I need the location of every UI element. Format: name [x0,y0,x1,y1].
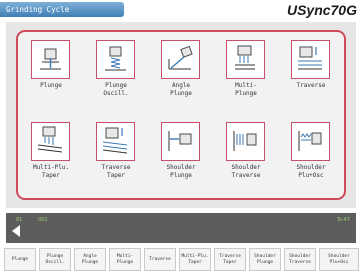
multi-plu-taper-icon [31,122,70,161]
shoulder-plunge-icon [161,122,200,161]
cycle-plunge[interactable]: Plunge [18,34,84,117]
cycle-label: Shoulder Traverse [231,164,261,179]
status-mid: 001 [38,217,48,223]
angle-plunge-icon [161,40,200,79]
cycle-multi-plu-taper[interactable]: Multi-Plu. Taper [18,116,84,199]
cycle-shoulder-traverse[interactable]: Shoulder Traverse [213,116,279,199]
cycle-shoulder-plu-osc[interactable]: Shoulder Plu+Osc [278,116,344,199]
traverse-taper-icon [96,122,135,161]
cycle-label: Multi- Plunge [235,82,257,97]
cycle-label: Shoulder Plunge [166,164,196,179]
cycle-label: Angle Plunge [170,82,192,97]
softkey-traverse[interactable]: Traverse [144,248,176,271]
softkey-shoulder-plu-osc[interactable]: Shoulder Plu+Osc [319,248,359,271]
status-right: Ts-47 [337,217,350,223]
brand-logo: USync70G [286,2,357,18]
cycle-label: Plunge [40,82,62,89]
cycle-traverse-taper[interactable]: Traverse Taper [83,116,149,199]
cycle-label: Plunge Oscill. [103,82,129,97]
softkey-plunge[interactable]: Plunge [4,248,36,271]
cycle-plunge-oscill[interactable]: Plunge Oscill. [83,34,149,117]
window-title: Grinding Cycle [0,2,124,17]
multi-plunge-icon [226,40,265,79]
back-arrow-icon[interactable] [12,225,20,237]
plunge-icon [31,40,70,79]
softkey-shoulder-traverse[interactable]: Shoulder Traverse [284,248,316,271]
status-bar: 01 001 Ts-47 [6,213,356,243]
cycle-grid-frame: Plunge Plunge Oscill. Angle Plunge Multi… [16,30,346,200]
cycle-label: Shoulder Plu+Osc [296,164,326,179]
softkey-multi-plu-taper[interactable]: Multi-Plu. Taper [179,248,211,271]
softkey-angle-plunge[interactable]: Angle Plunge [74,248,106,271]
softkey-bar: Plunge Plunge Oscill. Angle Plunge Multi… [0,246,363,273]
cycle-traverse[interactable]: Traverse [278,34,344,117]
cycle-label: Traverse Taper [101,164,131,179]
status-left: 01 [16,217,23,223]
softkey-traverse-taper[interactable]: Traverse Taper [214,248,246,271]
traverse-icon [291,40,330,79]
cycle-multi-plunge[interactable]: Multi- Plunge [213,34,279,117]
shoulder-plu-osc-icon [291,122,330,161]
shoulder-traverse-icon [226,122,265,161]
cycle-shoulder-plunge[interactable]: Shoulder Plunge [148,116,214,199]
cycle-selection-panel: Plunge Plunge Oscill. Angle Plunge Multi… [6,22,356,208]
softkey-shoulder-plunge[interactable]: Shoulder Plunge [249,248,281,271]
cycle-angle-plunge[interactable]: Angle Plunge [148,34,214,117]
cycle-label: Traverse [296,82,326,89]
cycle-label: Multi-Plu. Taper [32,164,70,179]
title-bar: Grinding Cycle USync70G [0,0,363,20]
softkey-plunge-oscill[interactable]: Plunge Oscill. [39,248,71,271]
softkey-multi-plunge[interactable]: Multi- Plunge [109,248,141,271]
plunge-oscill-icon [96,40,135,79]
